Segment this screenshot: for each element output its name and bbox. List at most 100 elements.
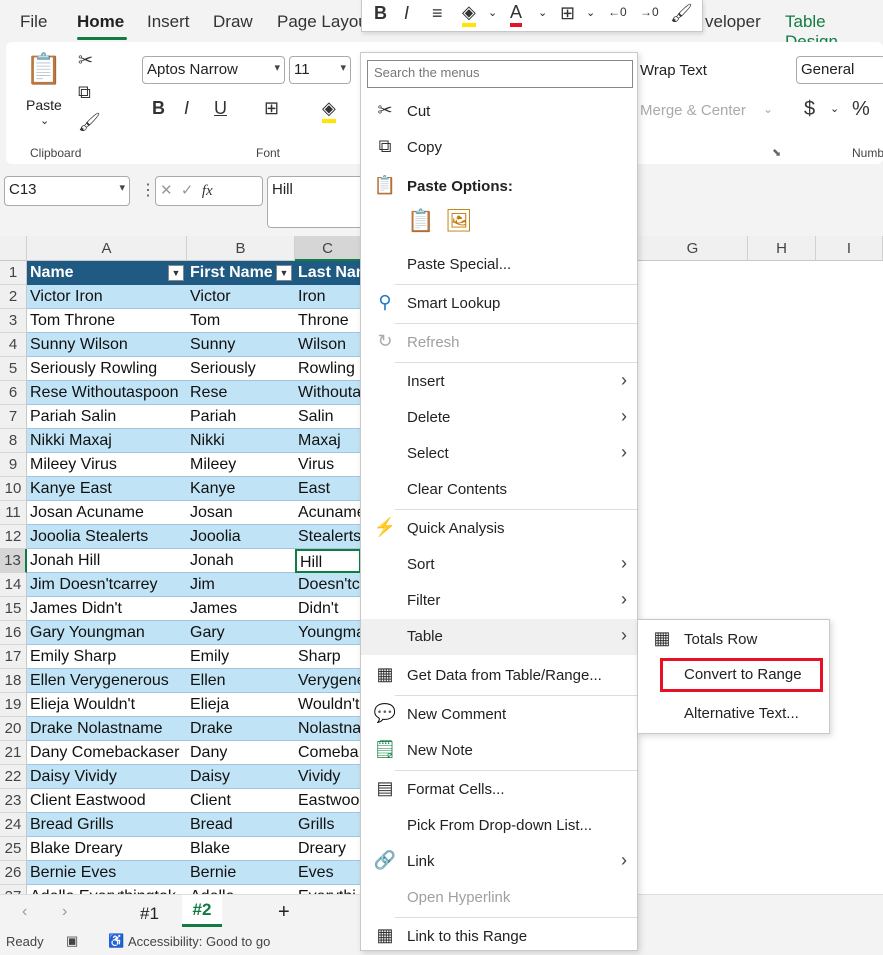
row-header[interactable]: 3 bbox=[0, 309, 27, 333]
table-cell[interactable]: Doesn'tc bbox=[295, 573, 361, 597]
table-cell[interactable]: Rese Withoutaspoon bbox=[27, 381, 187, 405]
table-cell[interactable]: Dany bbox=[187, 741, 295, 765]
table-header-cell[interactable]: Last Nam bbox=[295, 261, 361, 285]
tab-page-layout[interactable]: Page Layou bbox=[277, 12, 368, 32]
alignment-launcher-icon[interactable]: ⬊ bbox=[772, 146, 781, 159]
table-cell[interactable]: Drake bbox=[187, 717, 295, 741]
table-cell[interactable]: Jooolia Stealerts bbox=[27, 525, 187, 549]
table-cell[interactable]: Withouta bbox=[295, 381, 361, 405]
table-cell[interactable]: Kanye East bbox=[27, 477, 187, 501]
table-cell[interactable]: James bbox=[187, 597, 295, 621]
filter-dropdown-icon[interactable]: ▼ bbox=[168, 265, 184, 281]
table-cell[interactable]: Pariah bbox=[187, 405, 295, 429]
table-cell[interactable]: James Didn't bbox=[27, 597, 187, 621]
decrease-decimal-icon[interactable]: →0 bbox=[640, 5, 659, 19]
sheet-tab-1[interactable]: #1 bbox=[140, 904, 159, 924]
paste-keep-icon[interactable]: 📋 bbox=[407, 208, 434, 234]
filter-dropdown-icon[interactable]: ▼ bbox=[276, 265, 292, 281]
italic-icon[interactable]: I bbox=[184, 98, 189, 119]
table-cell[interactable]: Jim bbox=[187, 573, 295, 597]
font-family-select[interactable]: Aptos Narrow ▾ bbox=[142, 56, 285, 84]
menu-quick-analysis[interactable]: ⚡ Quick Analysis bbox=[361, 511, 637, 547]
row-header[interactable]: 24 bbox=[0, 813, 27, 837]
tab-file[interactable]: File bbox=[20, 12, 47, 32]
table-cell[interactable]: Comeba bbox=[295, 741, 361, 765]
bold-icon[interactable]: B bbox=[152, 98, 165, 119]
menu-pick-from-list[interactable]: Pick From Drop-down List... bbox=[361, 808, 637, 844]
column-header-g[interactable]: G bbox=[638, 236, 748, 261]
submenu-alternative-text[interactable]: Alternative Text... bbox=[638, 696, 829, 732]
row-header[interactable]: 16 bbox=[0, 621, 27, 645]
table-cell[interactable]: Josan bbox=[187, 501, 295, 525]
mini-fill-color-icon[interactable]: ◈ bbox=[462, 2, 476, 27]
table-cell[interactable]: Eves bbox=[295, 861, 361, 885]
menu-clear-contents[interactable]: Clear Contents bbox=[361, 472, 637, 508]
menu-paste-special[interactable]: Paste Special... bbox=[361, 247, 637, 283]
menu-link-to-range[interactable]: ▦ Link to this Range bbox=[361, 919, 637, 955]
table-cell[interactable]: Daisy bbox=[187, 765, 295, 789]
font-size-select[interactable]: 11 ▾ bbox=[289, 56, 351, 84]
table-cell[interactable]: Grills bbox=[295, 813, 361, 837]
enter-icon[interactable]: ✓ bbox=[181, 182, 194, 199]
row-header[interactable]: 1 bbox=[0, 261, 27, 285]
column-header-a[interactable]: A bbox=[27, 236, 187, 261]
table-cell[interactable]: Sunny bbox=[187, 333, 295, 357]
number-format-select[interactable]: General bbox=[796, 56, 883, 84]
menu-delete[interactable]: Delete › bbox=[361, 400, 637, 436]
table-cell[interactable]: Bernie bbox=[187, 861, 295, 885]
table-cell[interactable]: Sharp bbox=[295, 645, 361, 669]
menu-insert[interactable]: Insert › bbox=[361, 364, 637, 400]
table-cell[interactable]: Throne bbox=[295, 309, 361, 333]
menu-table[interactable]: Table › bbox=[361, 619, 637, 655]
mini-fill-chevron-icon[interactable]: ⌄ bbox=[488, 6, 497, 19]
table-cell[interactable]: Jonah bbox=[187, 549, 295, 573]
row-header[interactable]: 4 bbox=[0, 333, 27, 357]
table-cell[interactable]: Bread bbox=[187, 813, 295, 837]
select-all-corner[interactable] bbox=[0, 236, 27, 261]
table-cell[interactable]: Ellen Verygenerous bbox=[27, 669, 187, 693]
table-cell[interactable]: Wouldn't bbox=[295, 693, 361, 717]
table-cell[interactable]: Jim Doesn'tcarrey bbox=[27, 573, 187, 597]
submenu-convert-to-range[interactable]: Convert to Range bbox=[638, 657, 829, 693]
mini-format-painter-icon[interactable]: 🖌 bbox=[670, 3, 693, 24]
cancel-icon[interactable]: ✕ bbox=[160, 182, 173, 199]
menu-cut[interactable]: ✂ Cut bbox=[361, 94, 637, 130]
name-box[interactable]: C13 ▾ bbox=[4, 176, 130, 206]
search-menus-input[interactable]: Search the menus bbox=[367, 60, 633, 88]
row-header[interactable]: 17 bbox=[0, 645, 27, 669]
table-cell[interactable]: Jonah Hill bbox=[27, 549, 187, 573]
table-cell[interactable]: Blake Dreary bbox=[27, 837, 187, 861]
row-header[interactable]: 22 bbox=[0, 765, 27, 789]
row-header[interactable]: 26 bbox=[0, 861, 27, 885]
percent-icon[interactable]: % bbox=[852, 98, 870, 121]
table-cell[interactable]: Ellen bbox=[187, 669, 295, 693]
table-cell[interactable]: Kanye bbox=[187, 477, 295, 501]
table-cell[interactable]: Nikki Maxaj bbox=[27, 429, 187, 453]
row-header[interactable]: 14 bbox=[0, 573, 27, 597]
row-header[interactable]: 9 bbox=[0, 453, 27, 477]
table-cell[interactable]: Tom Throne bbox=[27, 309, 187, 333]
row-header[interactable]: 10 bbox=[0, 477, 27, 501]
table-cell[interactable]: Emily Sharp bbox=[27, 645, 187, 669]
next-sheet-icon[interactable]: › bbox=[62, 903, 67, 921]
row-header[interactable]: 20 bbox=[0, 717, 27, 741]
accessibility-status[interactable]: Accessibility: Good to go bbox=[128, 934, 270, 949]
table-cell[interactable]: Everythi bbox=[295, 885, 361, 894]
merge-chevron-icon[interactable]: ⌄ bbox=[763, 102, 773, 116]
table-cell[interactable]: Emily bbox=[187, 645, 295, 669]
mini-font-color-icon[interactable]: A bbox=[510, 2, 523, 27]
table-cell[interactable]: Rowling bbox=[295, 357, 361, 381]
tab-home[interactable]: Home bbox=[77, 12, 124, 32]
mini-bold-icon[interactable]: B bbox=[374, 3, 387, 24]
tab-insert[interactable]: Insert bbox=[147, 12, 190, 32]
menu-refresh[interactable]: ↻ Refresh bbox=[361, 325, 637, 361]
menu-new-note[interactable]: 🗒 New Note bbox=[361, 733, 637, 769]
table-cell[interactable]: Bread Grills bbox=[27, 813, 187, 837]
table-cell[interactable]: Josan Acuname bbox=[27, 501, 187, 525]
sheet-tab-2[interactable]: #2 bbox=[182, 895, 222, 927]
row-header[interactable]: 8 bbox=[0, 429, 27, 453]
column-header-i[interactable]: I bbox=[816, 236, 883, 261]
table-cell[interactable]: Gary bbox=[187, 621, 295, 645]
table-cell[interactable]: Hill bbox=[295, 549, 361, 573]
column-header-c[interactable]: C bbox=[295, 236, 361, 261]
